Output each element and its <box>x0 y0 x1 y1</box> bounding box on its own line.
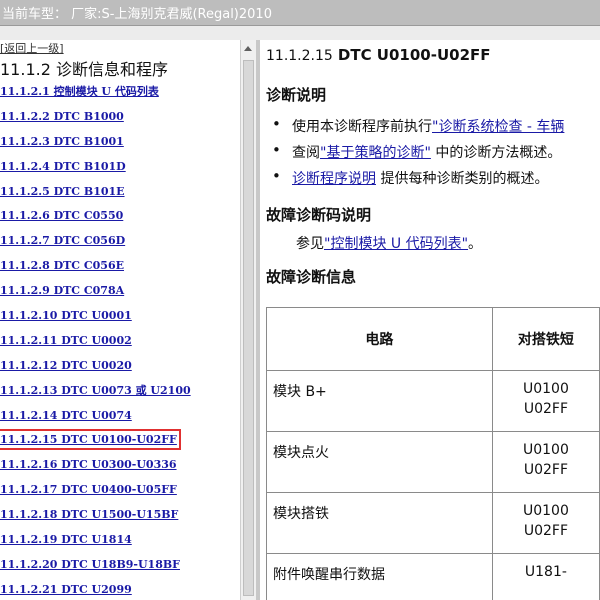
nav-link[interactable]: 11.1.2.15 DTC U0100-U02FF <box>0 429 181 451</box>
table-row: 附件唤醒串行数据 U181- <box>266 553 600 600</box>
dtc-code-cell: U181- <box>491 553 600 600</box>
nav-link[interactable]: 11.1.2.1 控制模块 U 代码列表 <box>0 85 159 98</box>
nav-link[interactable]: 11.1.2.13 DTC U0073 或 U2100 <box>0 384 191 397</box>
toolbar-strip <box>0 26 600 40</box>
bullet-link[interactable]: 诊断程序说明 <box>292 171 376 187</box>
back-link[interactable]: [返回上一级] <box>0 40 64 56</box>
table-row: 模块搭铁 U0100 U02FF <box>266 492 600 554</box>
circuit-cell: 模块点火 <box>266 431 493 493</box>
bullet-item: 诊断程序说明 提供每种诊断类别的概述。 <box>272 167 564 194</box>
nav-link[interactable]: 11.1.2.2 DTC B1000 <box>0 110 124 123</box>
nav-link[interactable]: 11.1.2.12 DTC U0020 <box>0 359 132 372</box>
nav-item: 11.1.2.18 DTC U1500-U15BF <box>0 505 191 530</box>
nav-item: 11.1.2.3 DTC B1001 <box>0 132 191 157</box>
nav-link[interactable]: 11.1.2.11 DTC U0002 <box>0 334 132 347</box>
nav-item: 11.1.2.9 DTC C078A <box>0 281 191 306</box>
nav-item: 11.1.2.1 控制模块 U 代码列表 <box>0 82 191 107</box>
dtc-desc-heading: 故障诊断码说明 <box>266 206 372 224</box>
navigation-pane: [返回上一级] 11.1.2 诊断信息和程序 11.1.2.1 控制模块 U 代… <box>0 40 240 600</box>
dtc-title: DTC U0100-U02FF <box>337 46 491 64</box>
bullet-link[interactable]: "诊断系统检查 - 车辆 <box>432 119 564 135</box>
dtc-ref-suffix: 。 <box>468 236 483 252</box>
circuit-cell: 附件唤醒串行数据 <box>266 553 493 600</box>
nav-item: 11.1.2.12 DTC U0020 <box>0 356 191 381</box>
nav-item: 11.1.2.13 DTC U0073 或 U2100 <box>0 381 191 406</box>
scrollbar-thumb[interactable] <box>243 60 254 596</box>
circuit-cell: 模块搭铁 <box>266 492 493 554</box>
nav-link[interactable]: 11.1.2.17 DTC U0400-U05FF <box>0 483 177 496</box>
diagnostic-info-table: 电路 对搭铁短 模块 B+ U0100 U02FF 模块点火 U0100 U02FF 模… <box>266 307 600 600</box>
nav-link[interactable]: 11.1.2.3 DTC B1001 <box>0 135 124 148</box>
nav-link[interactable]: 11.1.2.8 DTC C056E <box>0 259 124 272</box>
nav-item: 11.1.2.7 DTC C056D <box>0 231 191 256</box>
dtc-ref-prefix: 参见 <box>296 236 324 252</box>
diag-info-heading: 故障诊断信息 <box>266 268 357 286</box>
nav-item: 11.1.2.19 DTC U1814 <box>0 530 191 555</box>
nav-item: 11.1.2.11 DTC U0002 <box>0 331 191 356</box>
title-bar: 当前车型： 厂家:S-上海别克君威(Regal)2010 <box>0 0 600 26</box>
dtc-reference: 参见"控制模块 U 代码列表"。 <box>296 233 482 253</box>
nav-item: 11.1.2.16 DTC U0300-U0336 <box>0 455 191 480</box>
diag-desc-list: 使用本诊断程序前执行"诊断系统检查 - 车辆查阅"基于策略的诊断" 中的诊断方法… <box>272 115 564 194</box>
nav-list: 11.1.2.1 控制模块 U 代码列表 11.1.2.2 DTC B1000 11… <box>0 82 191 600</box>
nav-item: 11.1.2.17 DTC U0400-U05FF <box>0 480 191 505</box>
circuit-cell: 模块 B+ <box>266 370 493 432</box>
scroll-up-arrow-icon[interactable] <box>244 46 252 51</box>
table-row: 模块 B+ U0100 U02FF <box>266 370 600 432</box>
nav-heading: 11.1.2 诊断信息和程序 <box>0 60 168 79</box>
dtc-code-cell: U0100 U02FF <box>491 370 600 432</box>
nav-link[interactable]: 11.1.2.4 DTC B101D <box>0 160 126 173</box>
bullet-item: 使用本诊断程序前执行"诊断系统检查 - 车辆 <box>272 115 564 142</box>
nav-item: 11.1.2.5 DTC B101E <box>0 182 191 207</box>
nav-item: 11.1.2.8 DTC C056E <box>0 256 191 281</box>
bullet-item: 查阅"基于策略的诊断" 中的诊断方法概述。 <box>272 141 564 168</box>
nav-link[interactable]: 11.1.2.6 DTC C0550 <box>0 209 123 222</box>
nav-item: 11.1.2.2 DTC B1000 <box>0 107 191 132</box>
section-number: 11.1.2.15 <box>266 48 333 64</box>
diag-desc-heading: 诊断说明 <box>266 86 327 104</box>
nav-link[interactable]: 11.1.2.16 DTC U0300-U0336 <box>0 458 177 471</box>
bullet-text: 使用本诊断程序前执行 <box>292 119 432 135</box>
nav-item: 11.1.2.20 DTC U18B9-U18BF <box>0 555 191 580</box>
nav-link[interactable]: 11.1.2.10 DTC U0001 <box>0 309 132 322</box>
column-header-circuit: 电路 <box>266 307 493 371</box>
nav-link[interactable]: 11.1.2.20 DTC U18B9-U18BF <box>0 558 180 571</box>
nav-link[interactable]: 11.1.2.14 DTC U0074 <box>0 409 132 422</box>
nav-item: 11.1.2.21 DTC U2099 <box>0 580 191 600</box>
nav-link[interactable]: 11.1.2.18 DTC U1500-U15BF <box>0 508 178 521</box>
nav-link[interactable]: 11.1.2.5 DTC B101E <box>0 185 125 198</box>
bullet-link[interactable]: "基于策略的诊断" <box>320 145 431 161</box>
nav-item: 11.1.2.10 DTC U0001 <box>0 306 191 331</box>
dtc-code-cell: U0100 U02FF <box>491 492 600 554</box>
nav-item: 11.1.2.15 DTC U0100-U02FF <box>0 429 191 455</box>
vehicle-model-title: 当前车型： 厂家:S-上海别克君威(Regal)2010 <box>2 7 272 22</box>
page-title: 11.1.2.15 DTC U0100-U02FF <box>266 45 491 64</box>
nav-link[interactable]: 11.1.2.21 DTC U2099 <box>0 583 132 596</box>
left-scrollbar[interactable] <box>240 40 256 600</box>
nav-item: 11.1.2.6 DTC C0550 <box>0 206 191 231</box>
content-pane: 11.1.2.15 DTC U0100-U02FF 诊断说明 使用本诊断程序前执… <box>260 40 600 600</box>
dtc-code-cell: U0100 U02FF <box>491 431 600 493</box>
nav-item: 11.1.2.4 DTC B101D <box>0 157 191 182</box>
nav-item: 11.1.2.14 DTC U0074 <box>0 406 191 431</box>
control-module-u-code-list-link[interactable]: "控制模块 U 代码列表" <box>324 236 468 252</box>
nav-link[interactable]: 11.1.2.19 DTC U1814 <box>0 533 132 546</box>
table-row: 模块点火 U0100 U02FF <box>266 431 600 493</box>
nav-link[interactable]: 11.1.2.7 DTC C056D <box>0 234 125 247</box>
column-header-short-to-ground: 对搭铁短 <box>491 307 600 371</box>
bullet-text: 查阅 <box>292 145 320 161</box>
bullet-text: 中的诊断方法概述。 <box>430 145 562 161</box>
nav-link[interactable]: 11.1.2.9 DTC C078A <box>0 284 124 297</box>
bullet-text: 提供每种诊断类别的概述。 <box>376 171 549 187</box>
